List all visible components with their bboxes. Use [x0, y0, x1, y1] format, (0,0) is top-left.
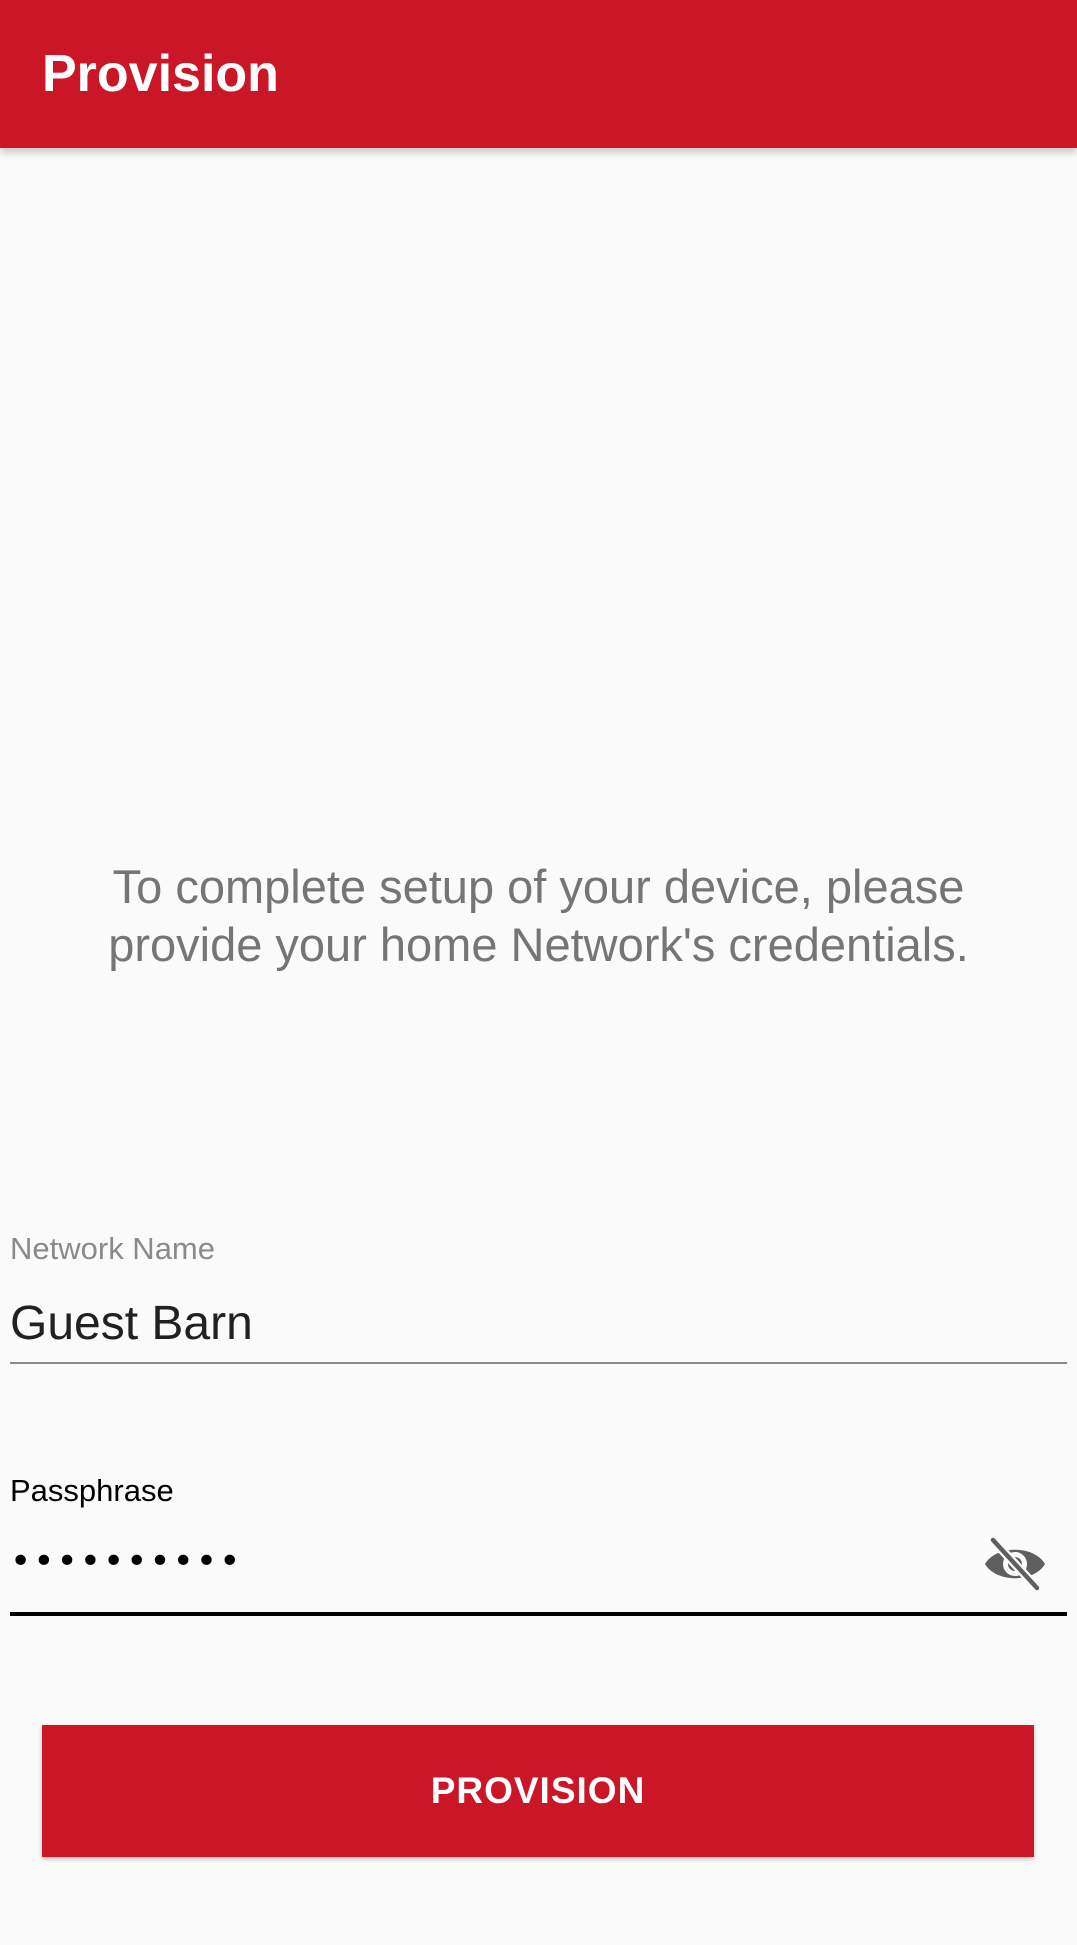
instructions-line-2: provide your home Network's credentials.: [108, 918, 969, 971]
network-name-underline: [10, 1362, 1067, 1364]
network-name-input[interactable]: [10, 1294, 1010, 1354]
provision-button[interactable]: PROVISION: [42, 1725, 1034, 1857]
eye-off-icon[interactable]: [980, 1534, 1050, 1594]
instructions-text: To complete setup of your device, please…: [40, 858, 1037, 974]
passphrase-field: Passphrase: [10, 1472, 1067, 1622]
page-title: Provision: [42, 45, 279, 103]
passphrase-label: Passphrase: [10, 1473, 174, 1508]
passphrase-underline: [10, 1612, 1067, 1616]
network-name-field: Network Name: [10, 1230, 1067, 1370]
app-bar: Provision: [0, 0, 1077, 148]
instructions-line-1: To complete setup of your device, please: [112, 860, 965, 913]
network-name-label: Network Name: [10, 1231, 215, 1266]
passphrase-input[interactable]: [10, 1532, 970, 1592]
